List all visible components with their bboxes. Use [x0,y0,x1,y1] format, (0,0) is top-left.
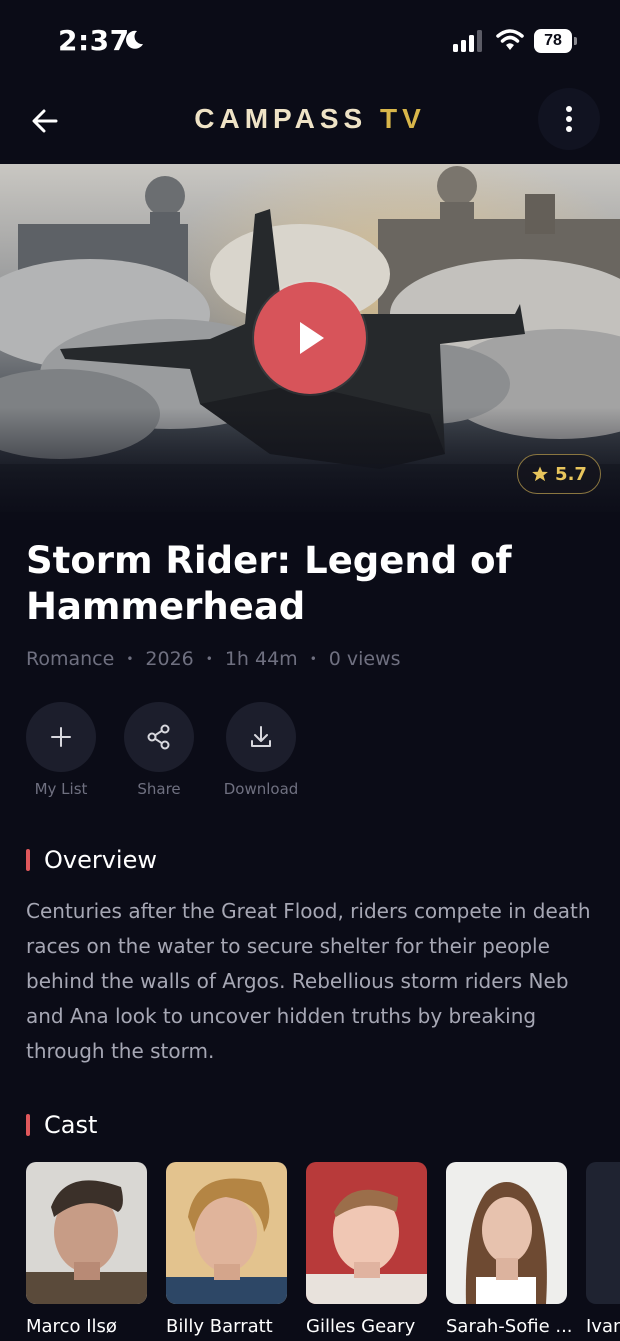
more-vertical-icon [566,106,572,132]
star-icon [532,466,548,482]
more-options-button[interactable] [538,88,600,150]
cast-photo [586,1162,620,1304]
meta-separator: • [126,652,134,666]
share-button[interactable] [124,702,194,772]
hero-poster: 5.7 [0,164,620,512]
cast-card[interactable]: Gilles Geary [306,1162,427,1337]
cast-name: Ivan [586,1316,620,1337]
action-buttons: My List Share Download [26,702,298,802]
cast-card[interactable]: Marco Ilsø [26,1162,147,1337]
signal-icon [453,30,482,52]
cast-name: Sarah-Sofie ... [446,1316,573,1337]
moon-icon [126,30,143,49]
cast-photo [446,1162,567,1304]
share-icon [147,724,170,750]
download-label: Download [223,780,299,798]
cast-section-header: Cast [26,1111,97,1139]
status-bar: 2:37 78 [0,0,620,84]
cast-name: Billy Barratt [166,1316,273,1337]
plus-icon [51,727,71,747]
cast-name: Gilles Geary [306,1316,416,1337]
meta-duration: 1h 44m [224,648,298,670]
meta-separator: • [309,652,317,666]
battery-indicator: 78 [534,29,578,53]
share-action[interactable]: Share [124,702,194,802]
cast-photo [26,1162,147,1304]
meta-views: 0 views [328,648,401,670]
movie-title: Storm Rider: Legend of Hammerhead [26,539,512,628]
section-accent-bar [26,849,30,871]
status-time: 2:37 [58,24,130,57]
cast-photo [166,1162,287,1304]
battery-level: 78 [544,32,562,49]
app-logo-title: CAMPASS TV [0,103,620,135]
wifi-icon [496,29,524,50]
share-label: Share [137,780,181,798]
meta-genre: Romance [26,648,115,670]
download-action[interactable]: Download [224,702,298,802]
meta-year: 2026 [145,648,194,670]
overview-section-header: Overview [26,846,157,874]
cast-list[interactable]: Marco Ilsø Billy Barratt Gilles Geary Sa… [26,1162,620,1341]
my-list-label: My List [34,780,88,798]
section-accent-bar [26,1114,30,1136]
play-button[interactable] [254,282,366,394]
cast-card[interactable]: Sarah-Sofie ... [446,1162,573,1337]
app-title-main: CAMPASS [194,103,368,134]
overview-heading: Overview [44,846,157,874]
my-list-action[interactable]: My List [26,702,96,802]
cast-photo [306,1162,427,1304]
rating-badge: 5.7 [517,454,601,494]
cast-card[interactable]: Ivan [586,1162,620,1337]
app-bar: CAMPASS TV [0,84,620,164]
meta-separator: • [205,652,213,666]
movie-meta: Romance • 2026 • 1h 44m • 0 views [26,648,401,670]
play-icon [300,322,324,354]
my-list-button[interactable] [26,702,96,772]
download-icon [251,726,271,747]
cast-heading: Cast [44,1111,98,1139]
cast-card[interactable]: Billy Barratt [166,1162,287,1337]
download-button[interactable] [226,702,296,772]
overview-text: Centuries after the Great Flood, riders … [26,899,591,1063]
rating-value: 5.7 [555,463,587,485]
cast-name: Marco Ilsø [26,1316,117,1337]
app-title-accent: TV [379,103,426,134]
